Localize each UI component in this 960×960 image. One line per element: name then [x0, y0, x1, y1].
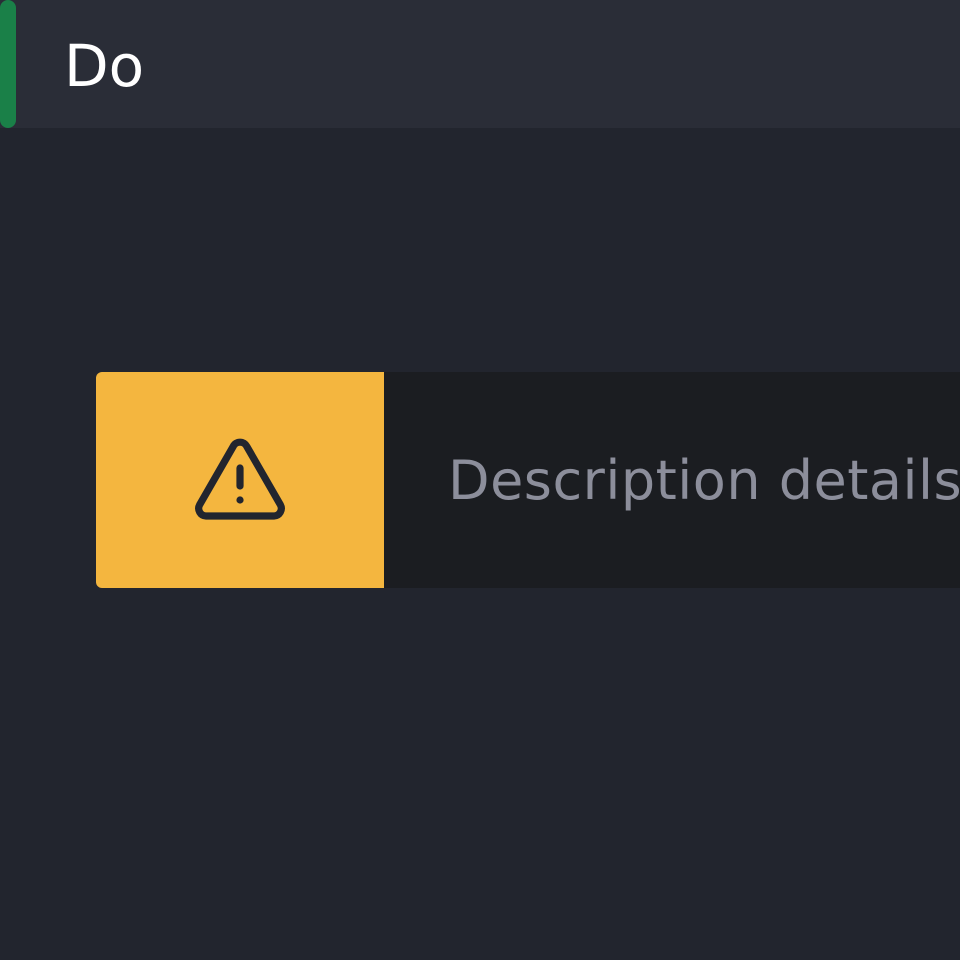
alert-body: Description details [384, 372, 960, 588]
warning-alert: Description details [96, 372, 960, 588]
page-title: Do [64, 32, 145, 100]
alert-description: Description details [448, 448, 960, 512]
alert-icon-box [96, 372, 384, 588]
header-accent-bar [0, 0, 16, 128]
app-window: Do Description details [0, 0, 960, 960]
warning-triangle-icon [195, 438, 285, 520]
header-bar: Do [0, 0, 960, 128]
